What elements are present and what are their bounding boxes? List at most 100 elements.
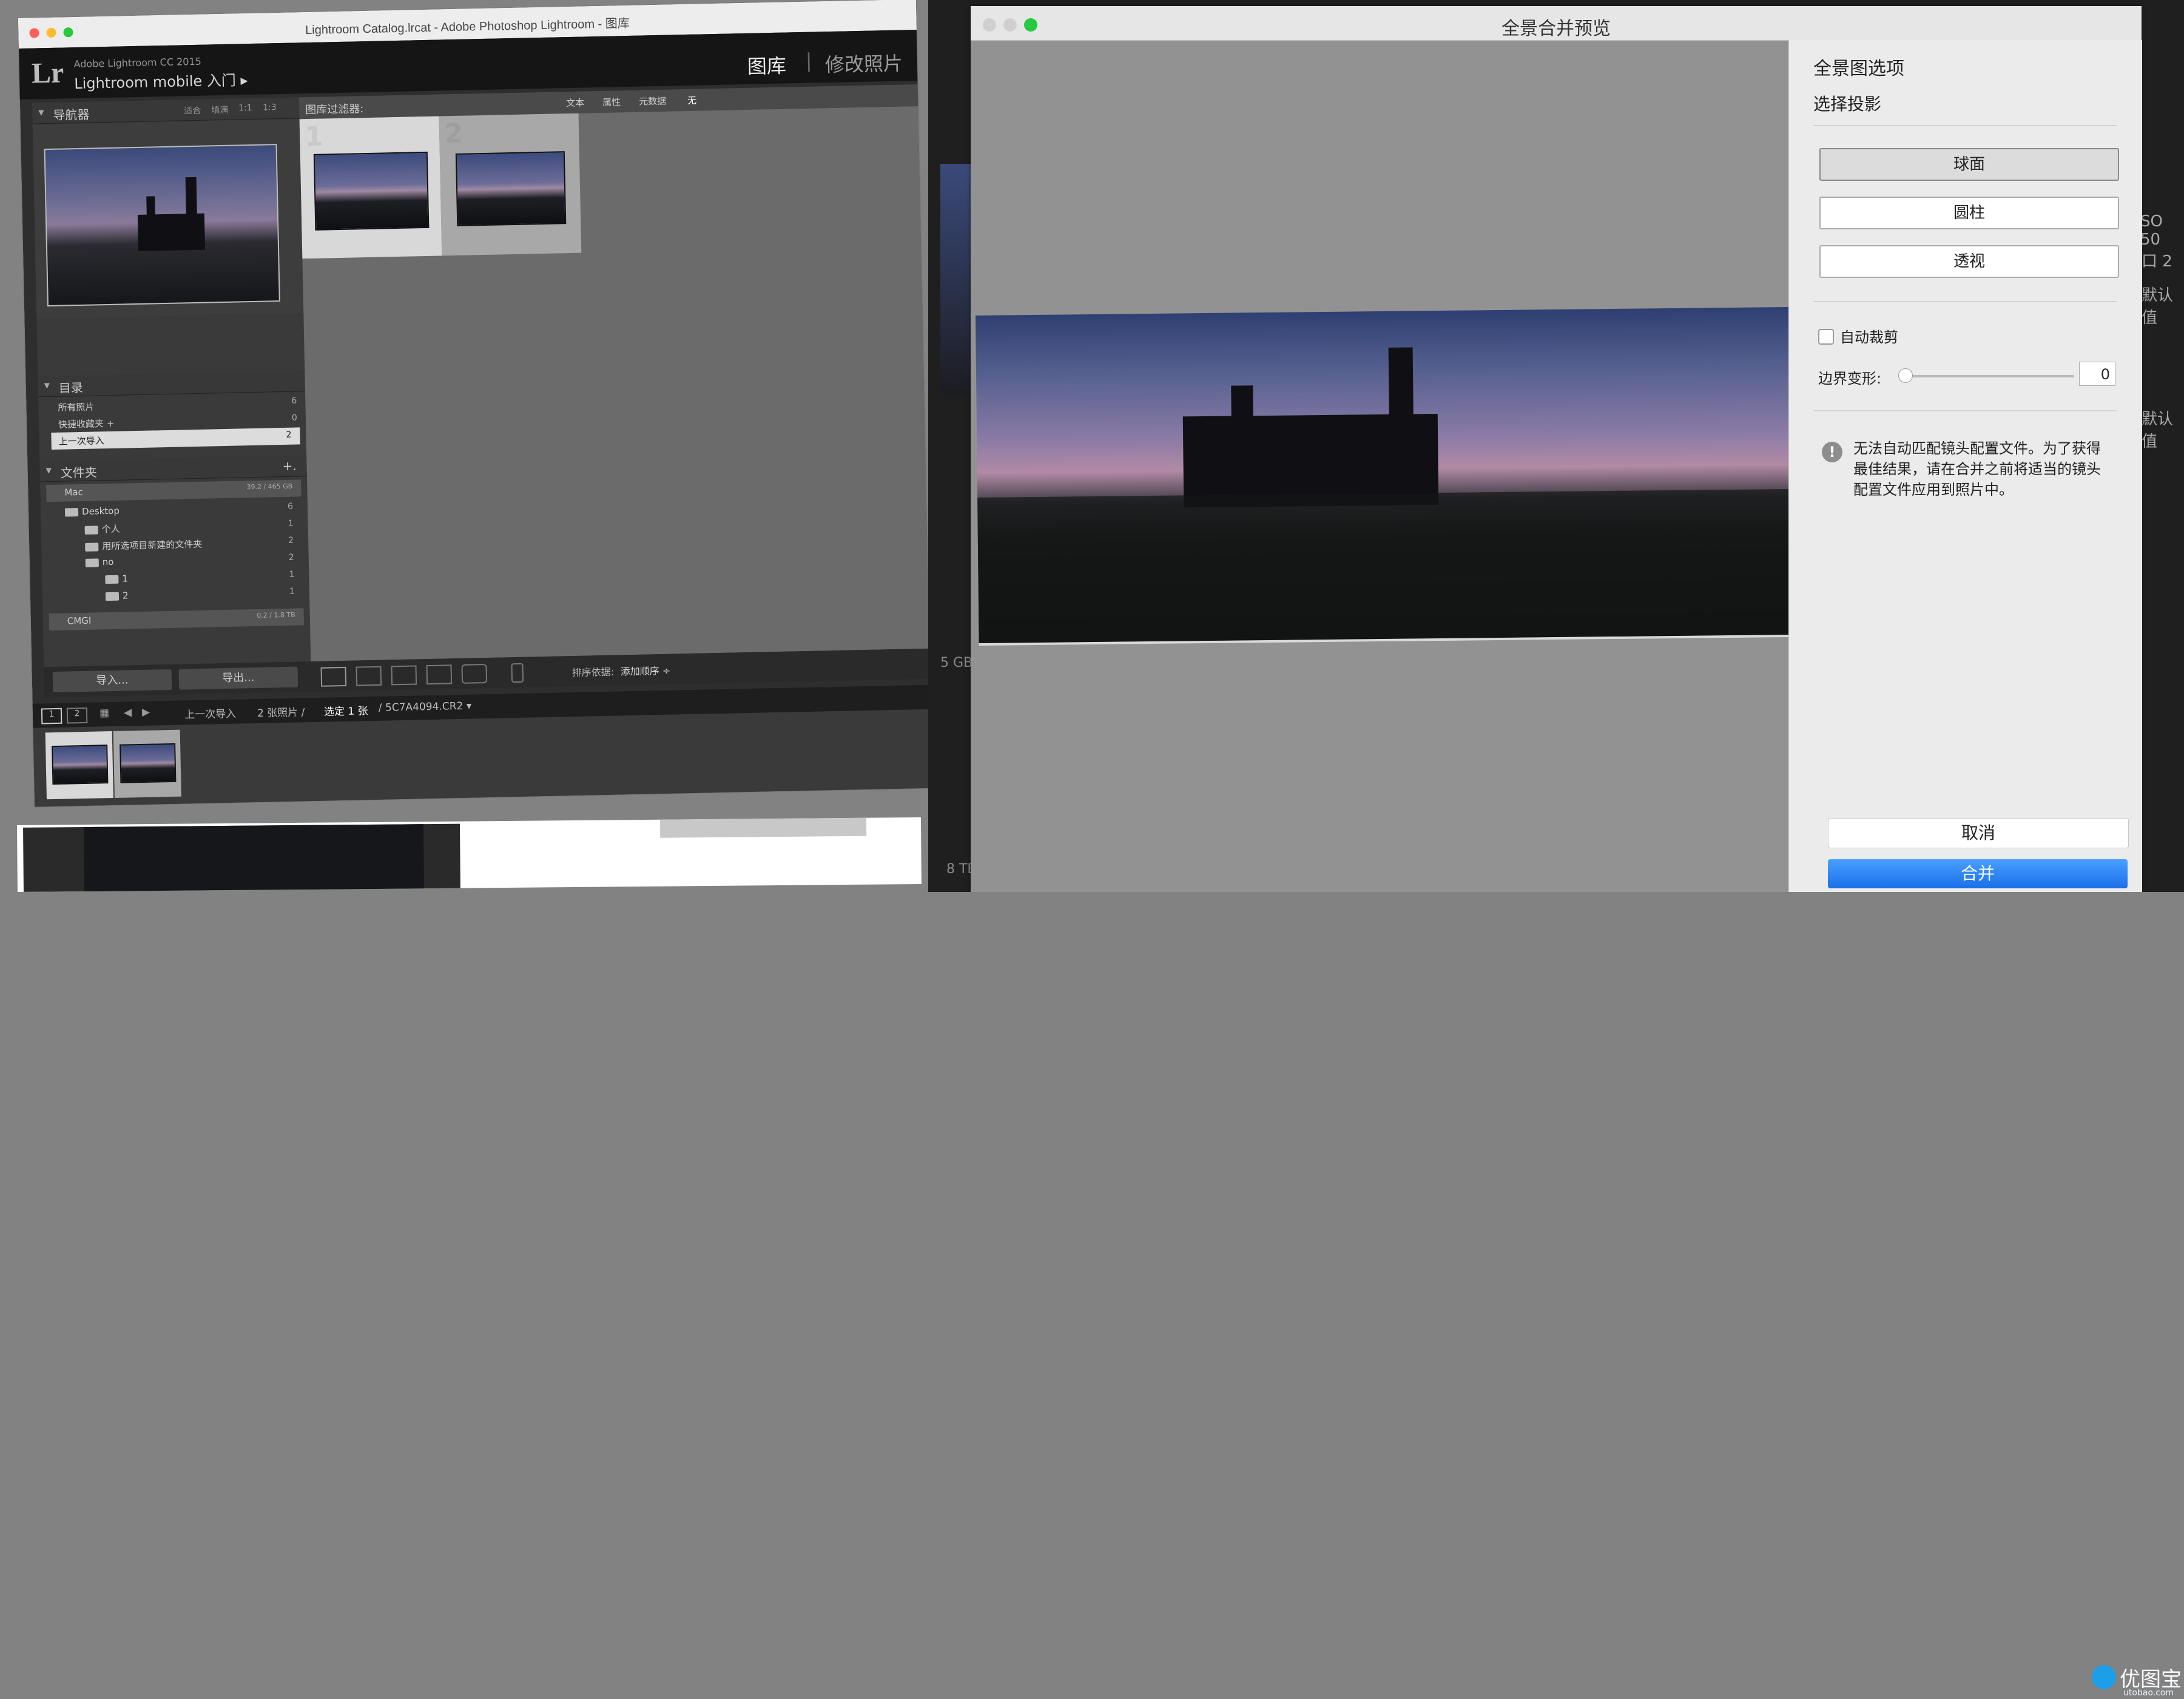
filter-label: 图库过滤器:	[305, 103, 364, 117]
panorama-preview-image	[976, 306, 1798, 646]
auto-crop-label: 自动裁剪	[1840, 329, 1898, 346]
survey-view-icon[interactable]	[426, 664, 453, 685]
folder-icon	[85, 542, 99, 552]
filmstrip-cell-1[interactable]	[45, 731, 113, 800]
folders-header[interactable]: ▼ 文件夹 +.	[39, 455, 307, 482]
filter-attribute[interactable]: 属性	[602, 95, 621, 109]
folders-title: 文件夹	[60, 465, 97, 481]
bg-text: 默认值	[2142, 410, 2174, 451]
folder-count: 2	[288, 535, 294, 546]
warning-icon: !	[1822, 442, 1842, 462]
folder-count: 6	[287, 501, 294, 512]
panorama-options-panel: 全景图选项 选择投影 球面 圆柱 透视 自动裁剪 边界变形: 0 ! 无法自动匹…	[1788, 40, 2142, 892]
navigator-preview-area	[32, 119, 304, 319]
boundary-warp-slider-knob[interactable]	[1898, 368, 1913, 383]
volume-info: 0.2 / 1.8 TB	[257, 610, 295, 620]
module-develop[interactable]: 修改照片	[824, 48, 903, 78]
folder-label: 用所选项目新建的文件夹	[102, 538, 203, 552]
zoom-fill[interactable]: 填满	[211, 104, 228, 117]
folder-count: 2	[288, 552, 294, 562]
dialog-title: 全景合并预览	[1502, 18, 1611, 39]
sort-label: 排序依据:	[571, 666, 615, 679]
zoom-1-1[interactable]: 1:1	[238, 103, 252, 113]
catalog-item-label: 快捷收藏夹 +	[58, 417, 115, 430]
photo-thumbnail[interactable]	[455, 151, 567, 226]
photo-thumbnail[interactable]	[52, 745, 109, 785]
catalog-title: 目录	[58, 380, 84, 396]
zoom-fit[interactable]: 适合	[184, 104, 201, 117]
navigator-preview-image[interactable]	[44, 144, 280, 307]
volume-info: 39.2 / 465 GB	[246, 482, 293, 491]
back-arrow-icon[interactable]: ◀	[124, 706, 132, 718]
navigator-title: 导航器	[53, 107, 90, 123]
collapse-triangle-icon[interactable]: ▼	[46, 466, 52, 475]
sort-select[interactable]: 添加顺序 ÷	[620, 663, 671, 678]
options-title: 全景图选项	[1813, 58, 1904, 79]
photo-thumbnail[interactable]	[313, 151, 430, 231]
spray-can-icon[interactable]	[511, 663, 524, 683]
module-library[interactable]: 图库	[747, 51, 787, 79]
volume-name: CMGI	[67, 615, 92, 627]
boundary-warp-label: 边界变形:	[1818, 370, 1882, 387]
collapse-triangle-icon[interactable]: ▼	[38, 108, 44, 117]
folder-count: 1	[289, 586, 295, 596]
projection-title: 选择投影	[1813, 94, 1882, 114]
folder-icon	[64, 507, 79, 517]
grid-cell-2[interactable]: 2	[439, 113, 582, 256]
people-view-icon[interactable]	[461, 664, 488, 684]
add-folder-button[interactable]: +.	[282, 459, 297, 473]
bg-text: 5 GB	[940, 655, 973, 670]
folder-label: 2	[122, 590, 129, 601]
lens-profile-warning: 无法自动匹配镜头配置文件。为了获得最佳结果，请在合并之前将适当的镜头配置文件应用…	[1853, 440, 2101, 498]
filmstrip-cell-2[interactable]	[113, 729, 181, 798]
filter-text[interactable]: 文本	[566, 96, 584, 109]
projection-spherical-button[interactable]: 球面	[1819, 148, 2119, 181]
merge-button[interactable]: 合并	[1828, 859, 2128, 888]
secondary-window-2[interactable]: 2	[66, 707, 88, 724]
volume-cmgi[interactable]: CMGI 0.2 / 1.8 TB	[49, 608, 305, 631]
boundary-warp-value-input[interactable]: 0	[2079, 362, 2115, 386]
dialog-titlebar: 全景合并预览	[971, 6, 2142, 41]
watermark-logo-icon	[2092, 1665, 2116, 1689]
lightroom-mobile-link[interactable]: Lightroom mobile 入门 ▸	[74, 68, 248, 93]
grid-view-icon[interactable]	[320, 666, 347, 687]
filter-none[interactable]: 无	[687, 94, 696, 107]
zoom-1-3[interactable]: 1:3	[263, 103, 277, 112]
auto-crop-checkbox[interactable]	[1818, 329, 1834, 345]
cancel-button[interactable]: 取消	[1828, 818, 2129, 848]
folder-count: 1	[288, 518, 294, 529]
left-panel: ▼ 导航器 适合 填满 1:1 1:3 ▼ 目录 所有照片 6 快捷收藏夹 + …	[32, 97, 311, 667]
photo-thumbnail[interactable]	[120, 743, 177, 783]
filmstrip-source[interactable]: 上一次导入	[184, 705, 236, 721]
filmstrip-selected: 选定 1 张	[323, 705, 368, 718]
collapse-triangle-icon[interactable]: ▼	[44, 381, 50, 390]
cell-index: 1	[304, 121, 324, 153]
volume-mac[interactable]: Mac 39.2 / 465 GB	[46, 479, 302, 502]
grid-cell-1[interactable]: 1	[299, 116, 442, 259]
bg-text: 口 2	[2142, 252, 2172, 271]
import-button[interactable]: 导入...	[52, 669, 172, 693]
catalog-item-label: 上一次导入	[58, 435, 104, 447]
empty-background	[0, 892, 2184, 1699]
folder-icon	[105, 592, 120, 601]
left-panel-buttons: 导入... 导出...	[44, 661, 312, 698]
catalog-item-count: 2	[286, 430, 292, 440]
lightroom-window: Lightroom Catalog.lrcat - Adobe Photosho…	[18, 0, 932, 807]
secondary-window-1[interactable]: 1	[41, 708, 62, 725]
lightroom-body: Lr Adobe Lightroom CC 2015 Lightroom mob…	[19, 29, 932, 807]
folder-icon	[105, 575, 119, 584]
export-button[interactable]: 导出...	[178, 666, 298, 690]
loupe-view-icon[interactable]	[356, 666, 382, 686]
filmstrip-filename[interactable]: / 5C7A4094.CR2 ▾	[379, 700, 472, 714]
forward-arrow-icon[interactable]: ▶	[142, 706, 150, 718]
filter-metadata[interactable]: 元数据	[639, 95, 666, 108]
compare-view-icon[interactable]	[391, 665, 417, 686]
boundary-warp-slider[interactable]	[1904, 375, 2074, 377]
grid-small-icon[interactable]: ▦	[99, 707, 109, 719]
product-name: Adobe Lightroom CC 2015	[73, 55, 202, 70]
catalog-header[interactable]: ▼ 目录	[38, 370, 305, 397]
projection-cylindrical-button[interactable]: 圆柱	[1819, 197, 2119, 229]
lightroom-window-fragment	[17, 817, 922, 892]
projection-perspective-button[interactable]: 透视	[1819, 245, 2119, 278]
watermark-subtext: utobao.com	[2123, 1688, 2174, 1698]
